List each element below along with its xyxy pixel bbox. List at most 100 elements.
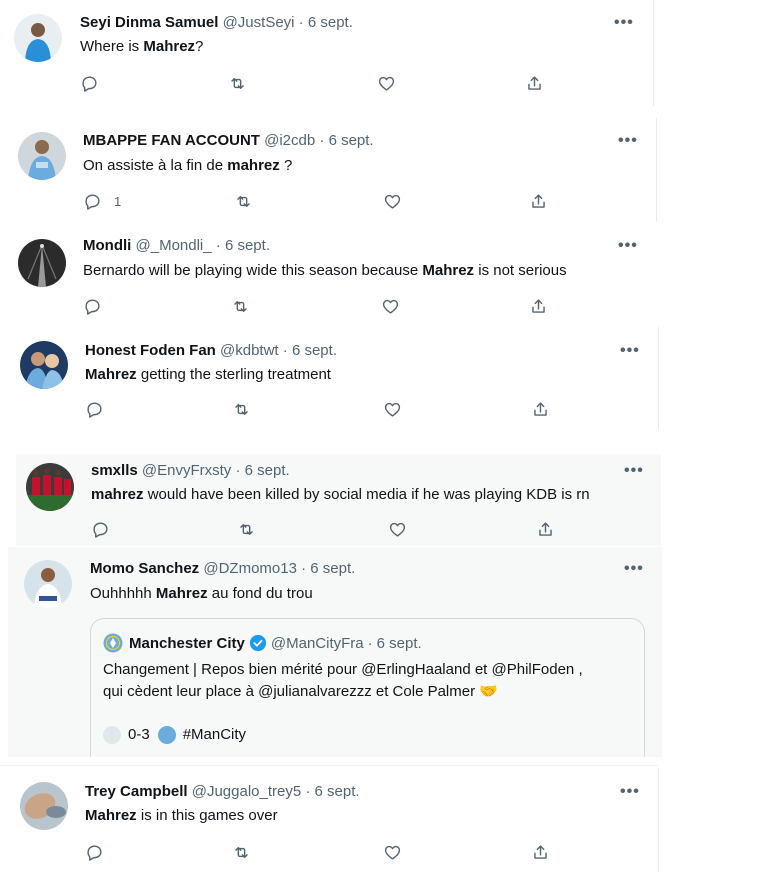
text-segment: is not serious [474, 262, 567, 279]
share-icon [534, 402, 547, 416]
display-name[interactable]: Momo Sanchez [90, 560, 199, 577]
timestamp[interactable]: 6 sept. [329, 132, 374, 149]
like-button[interactable] [377, 74, 396, 93]
tweet-actions [80, 74, 560, 94]
text-segment: Ouhhhhh [90, 585, 156, 602]
more-options-icon[interactable]: ••• [624, 462, 644, 480]
retweet-button[interactable] [228, 74, 247, 93]
user-handle[interactable]: @kdbtwt [220, 342, 279, 359]
highlighted-keyword: Mahrez [422, 262, 475, 279]
like-button[interactable] [388, 520, 407, 539]
timestamp[interactable]: 6 sept. [310, 560, 355, 577]
like-button[interactable] [381, 297, 400, 316]
heart-icon [382, 299, 399, 314]
more-options-icon[interactable]: ••• [618, 132, 638, 150]
quoted-timestamp[interactable]: 6 sept. [377, 635, 422, 652]
share-button[interactable] [531, 843, 550, 862]
user-handle[interactable]: @JustSeyi [223, 14, 295, 31]
reply-button[interactable] [80, 74, 111, 93]
retweet-button[interactable] [232, 843, 251, 862]
tweet-actions [85, 400, 565, 420]
user-handle[interactable]: @EnvyFrxsty [142, 462, 231, 479]
tweet-header: Trey Campbell @Juggalo_trey5 · 6 sept. [85, 783, 360, 800]
share-button[interactable] [529, 192, 548, 211]
quoted-text-line: qui cèdent leur place à @julianalvarezzz… [103, 683, 498, 700]
reply-count: 1 [114, 194, 122, 209]
display-name[interactable]: Seyi Dinma Samuel [80, 14, 218, 31]
reply-button[interactable] [91, 520, 122, 539]
text-segment: ? [279, 157, 293, 174]
user-handle[interactable]: @i2cdb [264, 132, 315, 149]
quoted-user-handle[interactable]: @ManCityFra [271, 635, 364, 652]
timestamp[interactable]: 6 sept. [292, 342, 337, 359]
tweet-text: mahrez would have been killed by social … [91, 485, 590, 505]
tweet-text: On assiste à la fin de mahrez ? [83, 156, 292, 176]
tweet[interactable]: Mondli @_Mondli_ · 6 sept. ••• Bernardo … [4, 225, 657, 325]
avatar[interactable] [20, 782, 68, 830]
avatar[interactable] [18, 239, 66, 287]
like-button[interactable] [383, 843, 402, 862]
timestamp[interactable]: 6 sept. [225, 237, 270, 254]
user-handle[interactable]: @DZmomo13 [203, 560, 297, 577]
avatar[interactable] [24, 560, 72, 608]
highlighted-keyword: Mahrez [143, 38, 196, 55]
share-button[interactable] [531, 400, 550, 419]
avatar[interactable] [18, 132, 66, 180]
tweet-header: Momo Sanchez @DZmomo13 · 6 sept. [90, 560, 356, 577]
tweet[interactable]: Trey Campbell @Juggalo_trey5 · 6 sept. •… [6, 768, 659, 872]
display-name[interactable]: smxlls [91, 462, 138, 479]
like-button[interactable] [383, 192, 402, 211]
quoted-text-line: Changement | Repos bien mérité pour @Erl… [103, 661, 583, 678]
hashtag-link[interactable]: #ManCity [183, 724, 246, 746]
share-button[interactable] [525, 74, 544, 93]
retweet-icon [235, 404, 248, 415]
avatar[interactable] [26, 463, 74, 511]
like-button[interactable] [383, 400, 402, 419]
timestamp[interactable]: 6 sept. [245, 462, 290, 479]
tweet-text: Ouhhhhh Mahrez au fond du trou [90, 584, 313, 604]
highlighted-keyword: Mahrez [85, 807, 137, 824]
share-button[interactable] [529, 297, 548, 316]
retweet-button[interactable] [231, 297, 250, 316]
text-segment: is in this games over [136, 807, 278, 824]
reply-button[interactable] [85, 843, 116, 862]
heart-icon [389, 522, 406, 537]
user-handle[interactable]: @_Mondli_ [136, 237, 212, 254]
reply-button[interactable]: 1 [83, 192, 121, 211]
display-name[interactable]: Trey Campbell [85, 783, 188, 800]
highlighted-keyword: mahrez [91, 486, 144, 503]
tweet[interactable]: Seyi Dinma Samuel @JustSeyi · 6 sept. ••… [0, 0, 654, 106]
tweet-actions [83, 297, 563, 317]
more-options-icon[interactable]: ••• [618, 237, 638, 255]
retweet-button[interactable] [232, 400, 251, 419]
timestamp[interactable]: 6 sept. [308, 14, 353, 31]
more-options-icon[interactable]: ••• [624, 560, 644, 578]
heart-icon [384, 402, 401, 417]
more-options-icon[interactable]: ••• [620, 342, 640, 360]
more-options-icon[interactable]: ••• [620, 783, 640, 801]
tweet[interactable]: Honest Foden Fan @kdbtwt · 6 sept. ••• M… [6, 327, 659, 429]
user-handle[interactable]: @Juggalo_trey5 [192, 783, 301, 800]
tweet[interactable]: MBAPPE FAN ACCOUNT @i2cdb · 6 sept. ••• … [4, 118, 657, 222]
share-button[interactable] [536, 520, 555, 539]
retweet-button[interactable] [237, 520, 256, 539]
reply-button[interactable] [83, 297, 114, 316]
display-name[interactable]: Mondli [83, 237, 131, 254]
tweet-header: Seyi Dinma Samuel @JustSeyi · 6 sept. [80, 14, 353, 31]
display-name[interactable]: Honest Foden Fan [85, 342, 216, 359]
opponent-circle-icon [103, 726, 121, 744]
tweet[interactable]: Momo Sanchez @DZmomo13 · 6 sept. ••• Ouh… [8, 547, 662, 757]
more-options-icon[interactable]: ••• [614, 14, 634, 32]
timestamp[interactable]: 6 sept. [315, 783, 360, 800]
reply-button[interactable] [85, 400, 116, 419]
display-name[interactable]: MBAPPE FAN ACCOUNT [83, 132, 260, 149]
quoted-display-name[interactable]: Manchester City [129, 635, 245, 652]
tweet[interactable]: smxlls @EnvyFrxsty · 6 sept. ••• mahrez … [16, 454, 661, 546]
quoted-tweet[interactable]: Manchester City @ManCityFra · 6 sept. Ch… [90, 618, 645, 757]
retweet-button[interactable] [234, 192, 253, 211]
avatar[interactable] [20, 341, 68, 389]
tweet-text: Mahrez getting the sterling treatment [85, 365, 331, 385]
share-icon [528, 76, 541, 90]
text-segment: getting the sterling treatment [136, 366, 331, 383]
avatar[interactable] [14, 14, 62, 62]
